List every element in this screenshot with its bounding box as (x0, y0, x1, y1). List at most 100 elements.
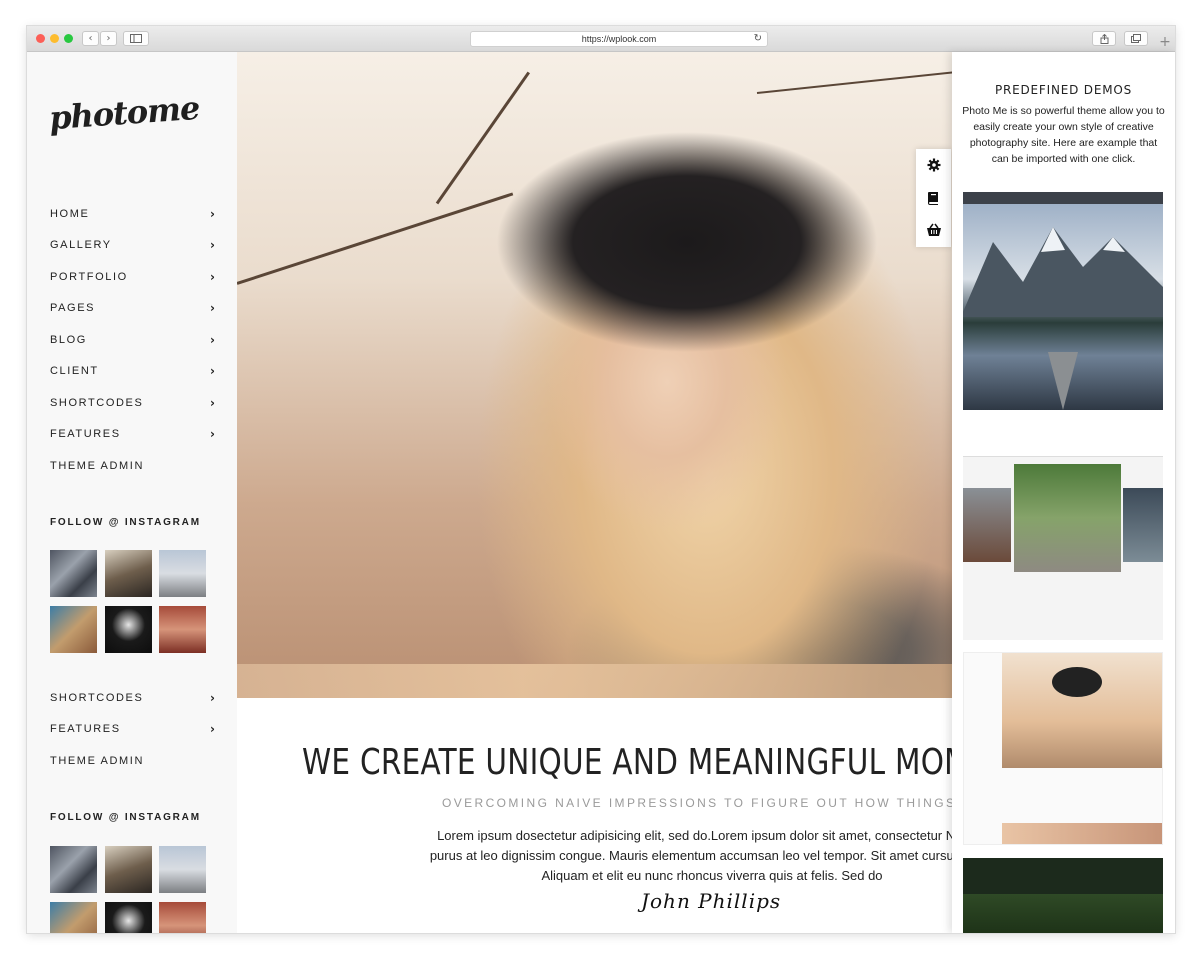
instagram-photo[interactable] (159, 550, 206, 597)
reload-icon[interactable]: ↻ (754, 33, 762, 44)
nav-label: PORTFOLIO (50, 271, 128, 283)
instagram-photo[interactable] (50, 606, 97, 653)
instagram-photo[interactable] (105, 550, 152, 597)
nav-item-pages[interactable]: PAGES › (50, 299, 215, 317)
instagram-photo[interactable] (105, 902, 152, 933)
share-button[interactable] (1092, 31, 1116, 46)
chevron-right-icon: › (210, 207, 215, 221)
floating-toolbar (916, 149, 951, 247)
instagram-photo[interactable] (159, 606, 206, 653)
nav-label: PAGES (50, 302, 96, 314)
branch-decoration (756, 71, 952, 94)
chevron-right-icon: › (210, 333, 215, 347)
instagram-photo[interactable] (159, 846, 206, 893)
nav-label: FEATURES (50, 428, 121, 440)
site-sidebar: photome HOME › GALLERY › PORTFOLIO › PAGES ›… (27, 52, 237, 933)
instagram-heading: FOLLOW @ INSTAGRAM (50, 812, 201, 823)
browser-window: ‹ › https://wplook.com ↻ + photome HOME ›… (27, 26, 1175, 933)
book-icon (928, 192, 938, 205)
sidebar-toggle-button[interactable] (123, 31, 149, 46)
chevron-right-icon: › (210, 364, 215, 378)
chevron-right-icon: › (210, 238, 215, 252)
panel-title: PREDEFINED DEMOS (994, 83, 1133, 97)
nav-item-theme-admin[interactable]: THEME ADMIN (50, 457, 215, 475)
signature: John Phillips (641, 889, 782, 913)
nav-item-shortcodes[interactable]: SHORTCODES › (50, 394, 215, 412)
instagram-photo[interactable] (105, 606, 152, 653)
back-button[interactable]: ‹ (82, 31, 99, 46)
demo-image (1052, 667, 1102, 697)
chevron-right-icon: › (210, 301, 215, 315)
demo-thumbnail[interactable] (963, 422, 1163, 640)
predefined-demos-panel: PREDEFINED DEMOS Photo Me is so powerful… (952, 52, 1175, 933)
nav-label: THEME ADMIN (50, 755, 144, 767)
hero-image (237, 52, 952, 698)
documentation-button[interactable] (916, 184, 951, 212)
nav-label: FEATURES (50, 723, 121, 735)
sidebar-icon (130, 34, 142, 43)
chevron-right-icon: › (210, 691, 215, 705)
nav-label: CLIENT (50, 365, 99, 377)
chevron-right-icon: › (210, 427, 215, 441)
tabs-overview-button[interactable] (1124, 31, 1148, 46)
demo-thumbnail[interactable] (963, 858, 1163, 933)
nav-label: THEME ADMIN (50, 460, 144, 472)
demo-image (963, 488, 1011, 562)
nav-label: SHORTCODES (50, 692, 144, 704)
panel-description: Photo Me is so powerful theme allow you … (962, 105, 1165, 165)
nav-label: GALLERY (50, 239, 112, 251)
intro-line: Aliquam et elit eu nunc rhoncus viverra … (541, 868, 883, 883)
demo-mountain-graphic (963, 227, 1163, 410)
branch-decoration (237, 192, 514, 285)
demo-thumbnail[interactable] (963, 652, 1163, 845)
tabs-icon (1131, 34, 1141, 43)
nav-item-features[interactable]: FEATURES › (50, 425, 215, 443)
chevron-left-icon: ‹ (88, 33, 93, 44)
nav-label: SHORTCODES (50, 397, 144, 409)
site-logo[interactable]: photome (48, 89, 201, 137)
share-icon (1100, 33, 1108, 44)
hero-strip (237, 664, 952, 698)
instagram-photo[interactable] (50, 550, 97, 597)
nav-item-portfolio[interactable]: PORTFOLIO › (50, 268, 215, 286)
instagram-photo[interactable] (105, 846, 152, 893)
forward-button[interactable]: › (100, 31, 117, 46)
intro-paragraph: Lorem ipsum dosectetur adipisicing elit,… (412, 826, 1012, 886)
nav-label: BLOG (50, 334, 87, 346)
demo-image (1002, 823, 1162, 844)
gear-icon (927, 158, 940, 172)
branch-decoration (435, 71, 531, 205)
nav-item-blog[interactable]: BLOG › (50, 331, 215, 349)
zoom-window-button[interactable] (64, 34, 73, 43)
nav-item-client[interactable]: CLIENT › (50, 362, 215, 380)
demo-image (1014, 464, 1121, 572)
url-text: https://wplook.com (581, 34, 657, 44)
chevron-right-icon: › (210, 396, 215, 410)
intro-line: purus at leo dignissim congue. Mauris el… (429, 848, 995, 863)
instagram-photo[interactable] (159, 902, 206, 933)
intro-line: Lorem ipsum dosectetur adipisicing elit,… (437, 828, 987, 843)
demo-thumbnail[interactable] (963, 192, 1163, 410)
chevron-right-icon: › (210, 722, 215, 736)
browser-toolbar: ‹ › https://wplook.com ↻ + (27, 26, 1175, 52)
purchase-button[interactable] (916, 216, 951, 244)
nav-item-shortcodes-2[interactable]: SHORTCODES › (50, 689, 215, 707)
nav-item-home[interactable]: HOME › (50, 205, 215, 223)
nav-item-features-2[interactable]: FEATURES › (50, 720, 215, 738)
minimize-window-button[interactable] (50, 34, 59, 43)
chevron-right-icon: › (106, 33, 111, 44)
nav-item-gallery[interactable]: GALLERY › (50, 236, 215, 254)
instagram-photo[interactable] (50, 846, 97, 893)
demo-header (963, 422, 1163, 457)
nav-label: HOME (50, 208, 90, 220)
instagram-heading: FOLLOW @ INSTAGRAM (50, 517, 201, 528)
chevron-right-icon: › (210, 270, 215, 284)
nav-item-theme-admin-2[interactable]: THEME ADMIN (50, 752, 215, 770)
new-tab-button[interactable]: + (1157, 32, 1173, 52)
settings-button[interactable] (916, 151, 951, 179)
instagram-photo[interactable] (50, 902, 97, 933)
close-window-button[interactable] (36, 34, 45, 43)
demo-image (1123, 488, 1163, 562)
plus-icon: + (1159, 34, 1171, 50)
address-bar[interactable]: https://wplook.com ↻ (470, 31, 768, 47)
